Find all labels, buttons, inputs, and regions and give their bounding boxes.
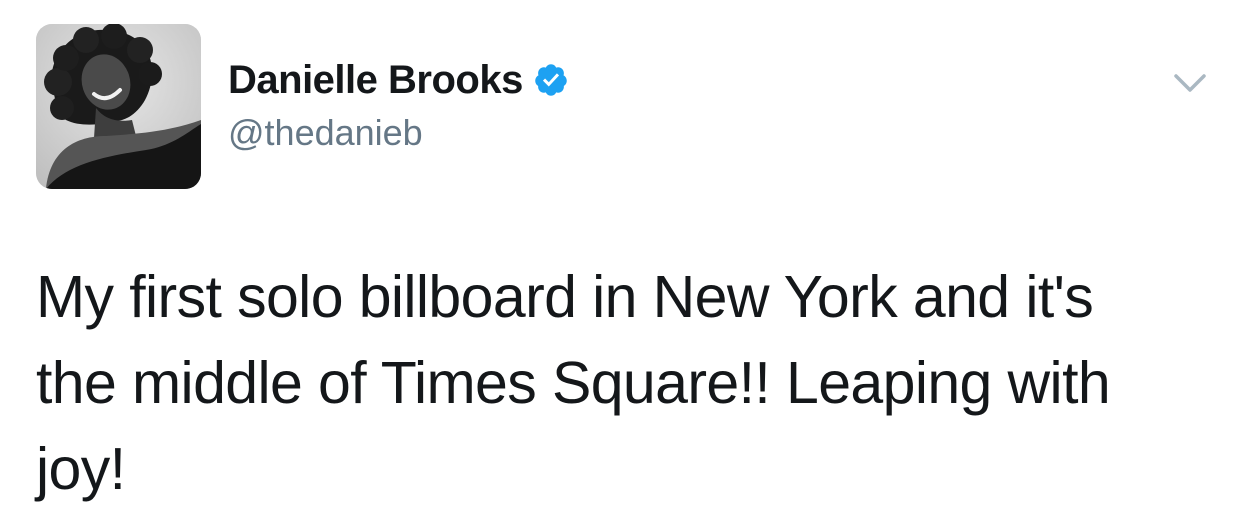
verified-badge-icon	[533, 62, 569, 98]
author-name-row: Danielle Brooks	[228, 56, 569, 104]
tweet-text: My first solo billboard in New York and …	[36, 264, 1111, 502]
tweet-card: Danielle Brooks @thedanieb My first solo…	[0, 0, 1242, 524]
avatar[interactable]	[36, 24, 201, 189]
author-handle[interactable]: @thedanieb	[228, 112, 423, 154]
avatar-photo	[36, 24, 201, 189]
chevron-down-icon[interactable]	[1170, 68, 1210, 98]
display-name[interactable]: Danielle Brooks	[228, 58, 523, 103]
